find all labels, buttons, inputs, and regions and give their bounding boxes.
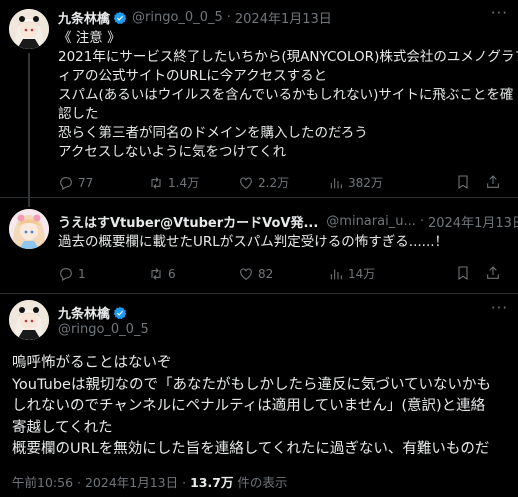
bookmark-icon[interactable] (455, 174, 471, 190)
separator-dot: · (77, 475, 85, 490)
focused-tweet: 九条林檎 @ringo_0_0_5 ··· 嗚呼怖がることはないぞ YouTub… (0, 295, 518, 497)
retweet-button[interactable]: 1.4万 (148, 174, 238, 191)
tweet-2[interactable]: うえはすVtuber@VtuberカードVoV発... @minarai_u..… (0, 199, 518, 294)
retweet-icon (151, 176, 161, 189)
tweet-date[interactable]: 2024年1月13日 (428, 212, 518, 231)
reply-button[interactable]: 1 (58, 266, 148, 282)
tweet-extra-actions (455, 174, 501, 190)
tweet-extra-actions (455, 265, 501, 281)
views-icon (330, 177, 342, 188)
bookmark-icon[interactable] (455, 265, 471, 281)
view-count: 13.7万 (190, 475, 234, 490)
tweet-header: 九条林檎 @ringo_0_0_5 · 2024年1月13日 (58, 8, 332, 27)
tweet-date[interactable]: 2024年1月13日 (85, 475, 178, 490)
tweet-meta: 午前10:56 · 2024年1月13日 · 13.7万 件の表示 (12, 472, 287, 491)
display-name[interactable]: うえはすVtuber@VtuberカードVoV発... (58, 212, 318, 231)
tweet-1[interactable]: 九条林檎 @ringo_0_0_5 · 2024年1月13日 ··· 《 注意 … (0, 0, 518, 199)
share-icon[interactable] (485, 265, 501, 281)
views-icon (330, 268, 342, 279)
verified-icon (113, 11, 127, 24)
views-button[interactable]: 14万 (328, 265, 418, 282)
handle-row: @ringo_0_0_5 (58, 322, 149, 337)
share-icon[interactable] (485, 174, 501, 190)
views-label: 件の表示 (237, 475, 288, 490)
like-button[interactable]: 2.2万 (238, 174, 328, 191)
separator-dot: · (419, 214, 424, 229)
avatar[interactable] (9, 300, 49, 340)
more-options-icon[interactable]: ··· (491, 4, 508, 22)
avatar[interactable] (9, 209, 49, 249)
handle[interactable]: @minarai_u... (326, 214, 416, 229)
more-options-icon[interactable]: ··· (491, 299, 508, 317)
tweet-text: 《 注意 》 2021年にサービス終了したいちから(現ANYCOLOR)株式会社… (58, 30, 518, 160)
tweet-date[interactable]: 2024年1月13日 (235, 8, 332, 27)
retweet-icon (151, 267, 161, 280)
thread-line (28, 53, 30, 199)
retweet-button[interactable]: 6 (148, 266, 238, 282)
separator-dot: · (182, 475, 191, 490)
tweet-text: 嗚呼怖がることはないぞ YouTubeは親切なので「あなたがもしかしたら違反に気… (12, 355, 492, 457)
tweet-header: 九条林檎 (58, 303, 127, 322)
handle[interactable]: @ringo_0_0_5 (58, 322, 149, 337)
thread-line (28, 199, 30, 207)
reply-icon (60, 176, 72, 190)
action-bar: 77 1.4万 2.2万 382万 (58, 174, 418, 191)
like-button[interactable]: 82 (238, 266, 328, 282)
tweet-text: 過去の概要欄に載せたURLがスパム判定受けるの怖すぎる......！ (58, 234, 449, 250)
heart-icon (240, 267, 252, 280)
separator-dot: · (226, 10, 231, 25)
tweet-header: うえはすVtuber@VtuberカードVoV発... @minarai_u..… (58, 212, 518, 231)
avatar[interactable] (9, 9, 49, 49)
display-name[interactable]: 九条林檎 (58, 8, 110, 27)
verified-icon (113, 306, 127, 319)
tweet-time[interactable]: 午前10:56 (12, 475, 73, 490)
display-name[interactable]: 九条林檎 (58, 303, 110, 322)
reply-icon (60, 267, 72, 281)
heart-icon (240, 176, 252, 189)
action-bar: 1 6 82 14万 (58, 265, 418, 282)
reply-button[interactable]: 77 (58, 175, 148, 191)
views-button[interactable]: 382万 (328, 174, 418, 191)
handle[interactable]: @ringo_0_0_5 (132, 10, 223, 25)
